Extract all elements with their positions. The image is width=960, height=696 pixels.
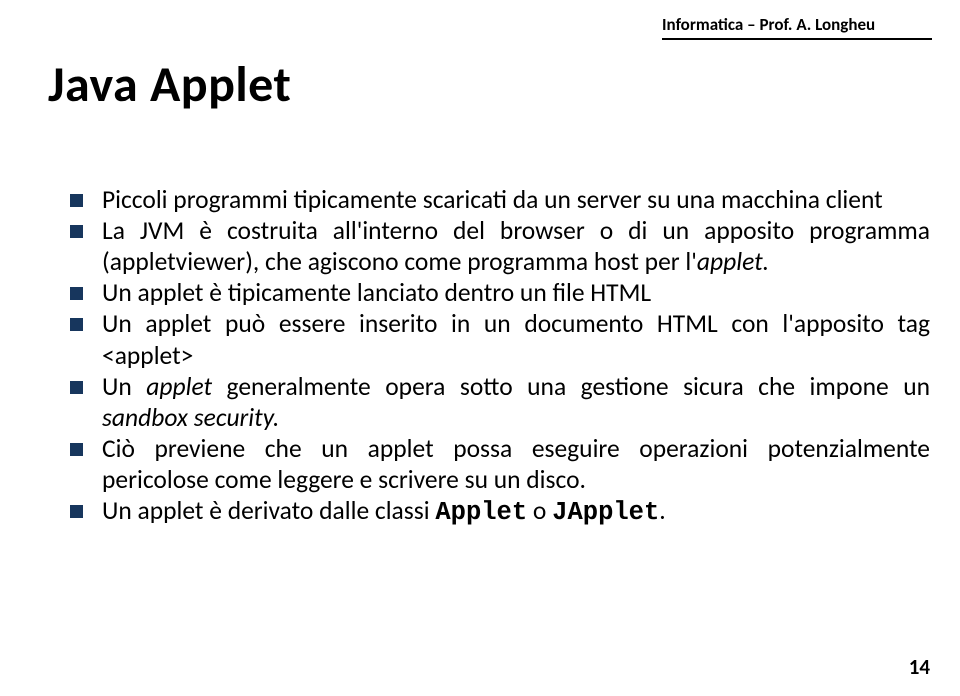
bullet-text: Un applet è tipicamente lanciato dentro … (102, 277, 651, 308)
list-item: Un applet è tipicamente lanciato dentro … (68, 277, 930, 308)
list-item: Ciò previene che un applet possa eseguir… (68, 433, 930, 495)
bullet-text: Un applet può essere inserito in un docu… (102, 308, 930, 370)
header-rule (662, 38, 932, 40)
list-item: Un applet può essere inserito in un docu… (68, 308, 930, 370)
list-item: Un applet è derivato dalle classi Applet… (68, 495, 930, 528)
bullet-text: generalmente opera sotto una gestione si… (212, 371, 930, 402)
list-item: Un applet generalmente opera sotto una g… (68, 371, 930, 433)
slide-title: Java Applet (48, 54, 291, 115)
list-item: La JVM è costruita all'interno del brows… (68, 215, 930, 277)
bullet-text: Un applet è derivato dalle classi (102, 495, 435, 526)
bullet-text-italic: applet. (697, 246, 769, 277)
bullet-text-mono: Applet (435, 498, 527, 527)
bullet-text-mono: JApplet (552, 498, 659, 527)
bullet-list: Piccoli programmi tipicamente scaricati … (68, 184, 930, 528)
slide-page: Informatica – Prof. A. Longheu Java Appl… (0, 0, 960, 696)
content-area: Piccoli programmi tipicamente scaricati … (68, 184, 930, 528)
header: Informatica – Prof. A. Longheu (662, 14, 932, 40)
bullet-text: La JVM è costruita all'interno del brows… (102, 215, 930, 277)
page-number: 14 (909, 654, 930, 680)
bullet-text: o (527, 495, 552, 526)
bullet-text: Ciò previene che un applet possa eseguir… (102, 433, 930, 495)
bullet-text: Piccoli programmi tipicamente scaricati … (102, 184, 883, 215)
bullet-text: . (659, 495, 665, 526)
header-text: Informatica – Prof. A. Longheu (662, 14, 932, 35)
bullet-text-italic: sandbox security. (102, 402, 279, 433)
list-item: Piccoli programmi tipicamente scaricati … (68, 184, 930, 215)
bullet-text: Un (102, 371, 146, 402)
bullet-text-italic: applet (146, 371, 212, 402)
